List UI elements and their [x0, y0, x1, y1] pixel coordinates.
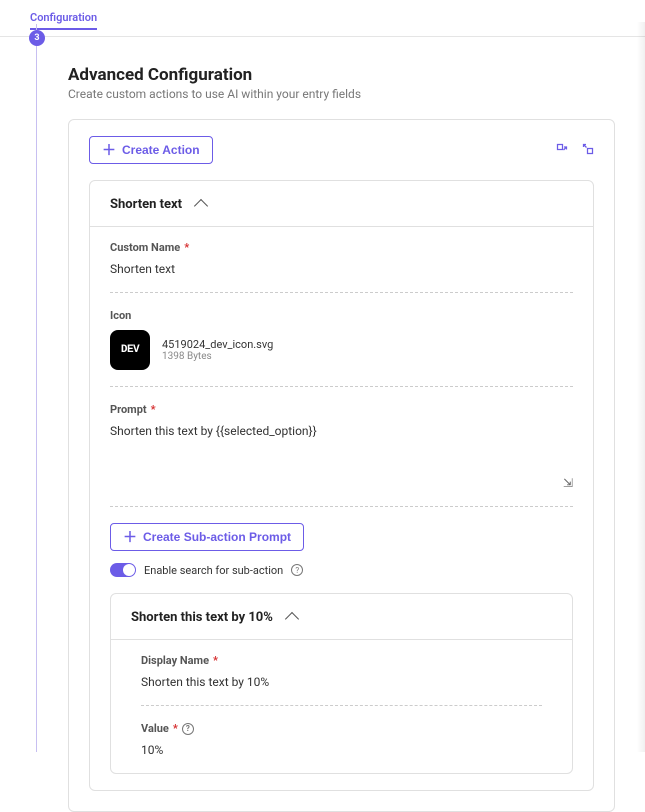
divider	[90, 226, 593, 227]
create-action-button[interactable]: ＋ Create Action	[89, 136, 213, 164]
dashed-divider	[110, 292, 573, 293]
chevron-up-icon	[285, 612, 299, 626]
action-card: Shorten text Custom Name* Shorten text I…	[89, 180, 594, 791]
dashed-divider	[110, 386, 573, 387]
create-action-label: Create Action	[122, 143, 200, 157]
help-icon[interactable]: ?	[291, 564, 303, 576]
prompt-textarea[interactable]: Shorten this text by {{selected_option}}…	[110, 424, 573, 490]
prompt-label: Prompt*	[110, 403, 573, 416]
display-name-label: Display Name*	[141, 654, 542, 667]
action-title: Shorten text	[110, 197, 182, 212]
enable-search-label: Enable search for sub-action	[144, 564, 283, 577]
tab-configuration[interactable]: Configuration	[30, 11, 97, 30]
divider	[111, 639, 572, 640]
plus-icon: ＋	[102, 143, 116, 157]
create-sub-action-label: Create Sub-action Prompt	[143, 530, 291, 544]
right-edge-shadow	[637, 22, 645, 752]
value-label: Value* ?	[141, 722, 542, 735]
section-description: Create custom actions to use AI within y…	[68, 87, 615, 101]
expand-all-icon[interactable]	[556, 143, 568, 158]
step-connector-line	[36, 24, 37, 752]
create-sub-action-button[interactable]: ＋ Create Sub-action Prompt	[110, 523, 304, 551]
sub-action-title: Shorten this text by 10%	[131, 610, 273, 625]
icon-filename: 4519024_dev_icon.svg	[162, 338, 273, 351]
chevron-up-icon	[194, 199, 208, 213]
icon-label: Icon	[110, 309, 573, 322]
sub-action-header[interactable]: Shorten this text by 10%	[131, 610, 552, 625]
prompt-value: Shorten this text by {{selected_option}}	[110, 424, 573, 438]
dev-icon[interactable]: DEV	[110, 330, 150, 370]
config-card: ＋ Create Action Shorten text Custom Name…	[68, 119, 615, 812]
custom-name-value[interactable]: Shorten text	[110, 262, 573, 276]
action-header[interactable]: Shorten text	[110, 197, 573, 212]
step-badge: 3	[29, 30, 45, 46]
enable-search-toggle[interactable]	[110, 563, 136, 577]
toggle-knob	[123, 564, 135, 576]
display-name-value[interactable]: Shorten this text by 10%	[141, 675, 542, 689]
value-value[interactable]: 10%	[141, 743, 542, 757]
icon-filesize: 1398 Bytes	[162, 351, 273, 362]
plus-icon: ＋	[123, 530, 137, 544]
help-icon[interactable]: ?	[182, 723, 194, 735]
section-title: Advanced Configuration	[68, 65, 615, 85]
dashed-divider	[141, 705, 542, 706]
sub-action-card: Shorten this text by 10% Display Name* S…	[110, 593, 573, 774]
custom-name-label: Custom Name*	[110, 241, 573, 254]
collapse-all-icon[interactable]	[582, 143, 594, 158]
resize-handle-icon[interactable]: ⇲	[563, 476, 573, 490]
dashed-divider	[110, 506, 573, 507]
